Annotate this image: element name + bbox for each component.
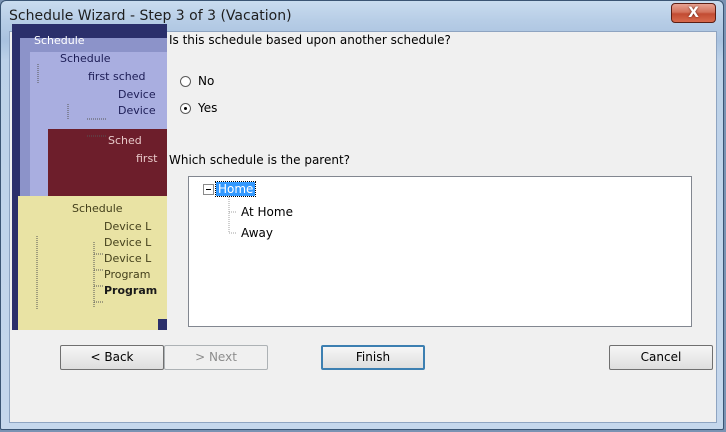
radio-no[interactable]: No [180, 74, 300, 92]
side-node: Program [104, 284, 158, 297]
next-button-label: > Next [195, 350, 237, 364]
side-node: Device L [104, 236, 152, 249]
side-node: Schedule [34, 34, 85, 47]
side-node: Device [118, 88, 156, 101]
side-node: Device L [104, 252, 152, 265]
next-button[interactable]: > Next [164, 345, 268, 370]
side-node: Schedule [72, 202, 123, 215]
tree-node-at-home[interactable]: At Home [241, 205, 293, 219]
close-icon: X [688, 5, 699, 21]
back-button-label: < Back [90, 350, 134, 364]
wizard-side-illustration: Schedule Schedule first sched Device Dev… [12, 24, 167, 330]
window-title: Schedule Wizard - Step 3 of 3 (Vacation) [9, 8, 292, 24]
finish-button[interactable]: Finish [321, 345, 425, 370]
cancel-button[interactable]: Cancel [609, 345, 713, 370]
finish-button-label: Finish [355, 350, 391, 364]
side-node: first [136, 152, 158, 165]
side-node: first sched [88, 70, 146, 83]
radio-yes[interactable]: Yes [180, 101, 300, 119]
radio-checked-dot-icon [184, 107, 187, 110]
radio-circle-icon [180, 103, 191, 114]
side-node: Program [104, 268, 151, 281]
radio-no-label: No [198, 74, 215, 88]
parent-schedule-tree[interactable]: Home At Home Away [188, 176, 692, 327]
side-node: Device [118, 104, 156, 117]
back-button[interactable]: < Back [60, 345, 164, 370]
side-node: Device L [104, 220, 152, 233]
question-label: Is this schedule based upon another sche… [169, 33, 451, 47]
radio-circle-icon [180, 76, 191, 87]
cancel-button-label: Cancel [640, 350, 682, 364]
parent-question-label: Which schedule is the parent? [169, 153, 351, 167]
radio-yes-label: Yes [198, 101, 218, 115]
side-node: Schedule [60, 52, 111, 65]
side-node: Sched [108, 134, 142, 147]
close-button[interactable]: X [671, 3, 716, 23]
tree-node-away[interactable]: Away [241, 226, 273, 240]
